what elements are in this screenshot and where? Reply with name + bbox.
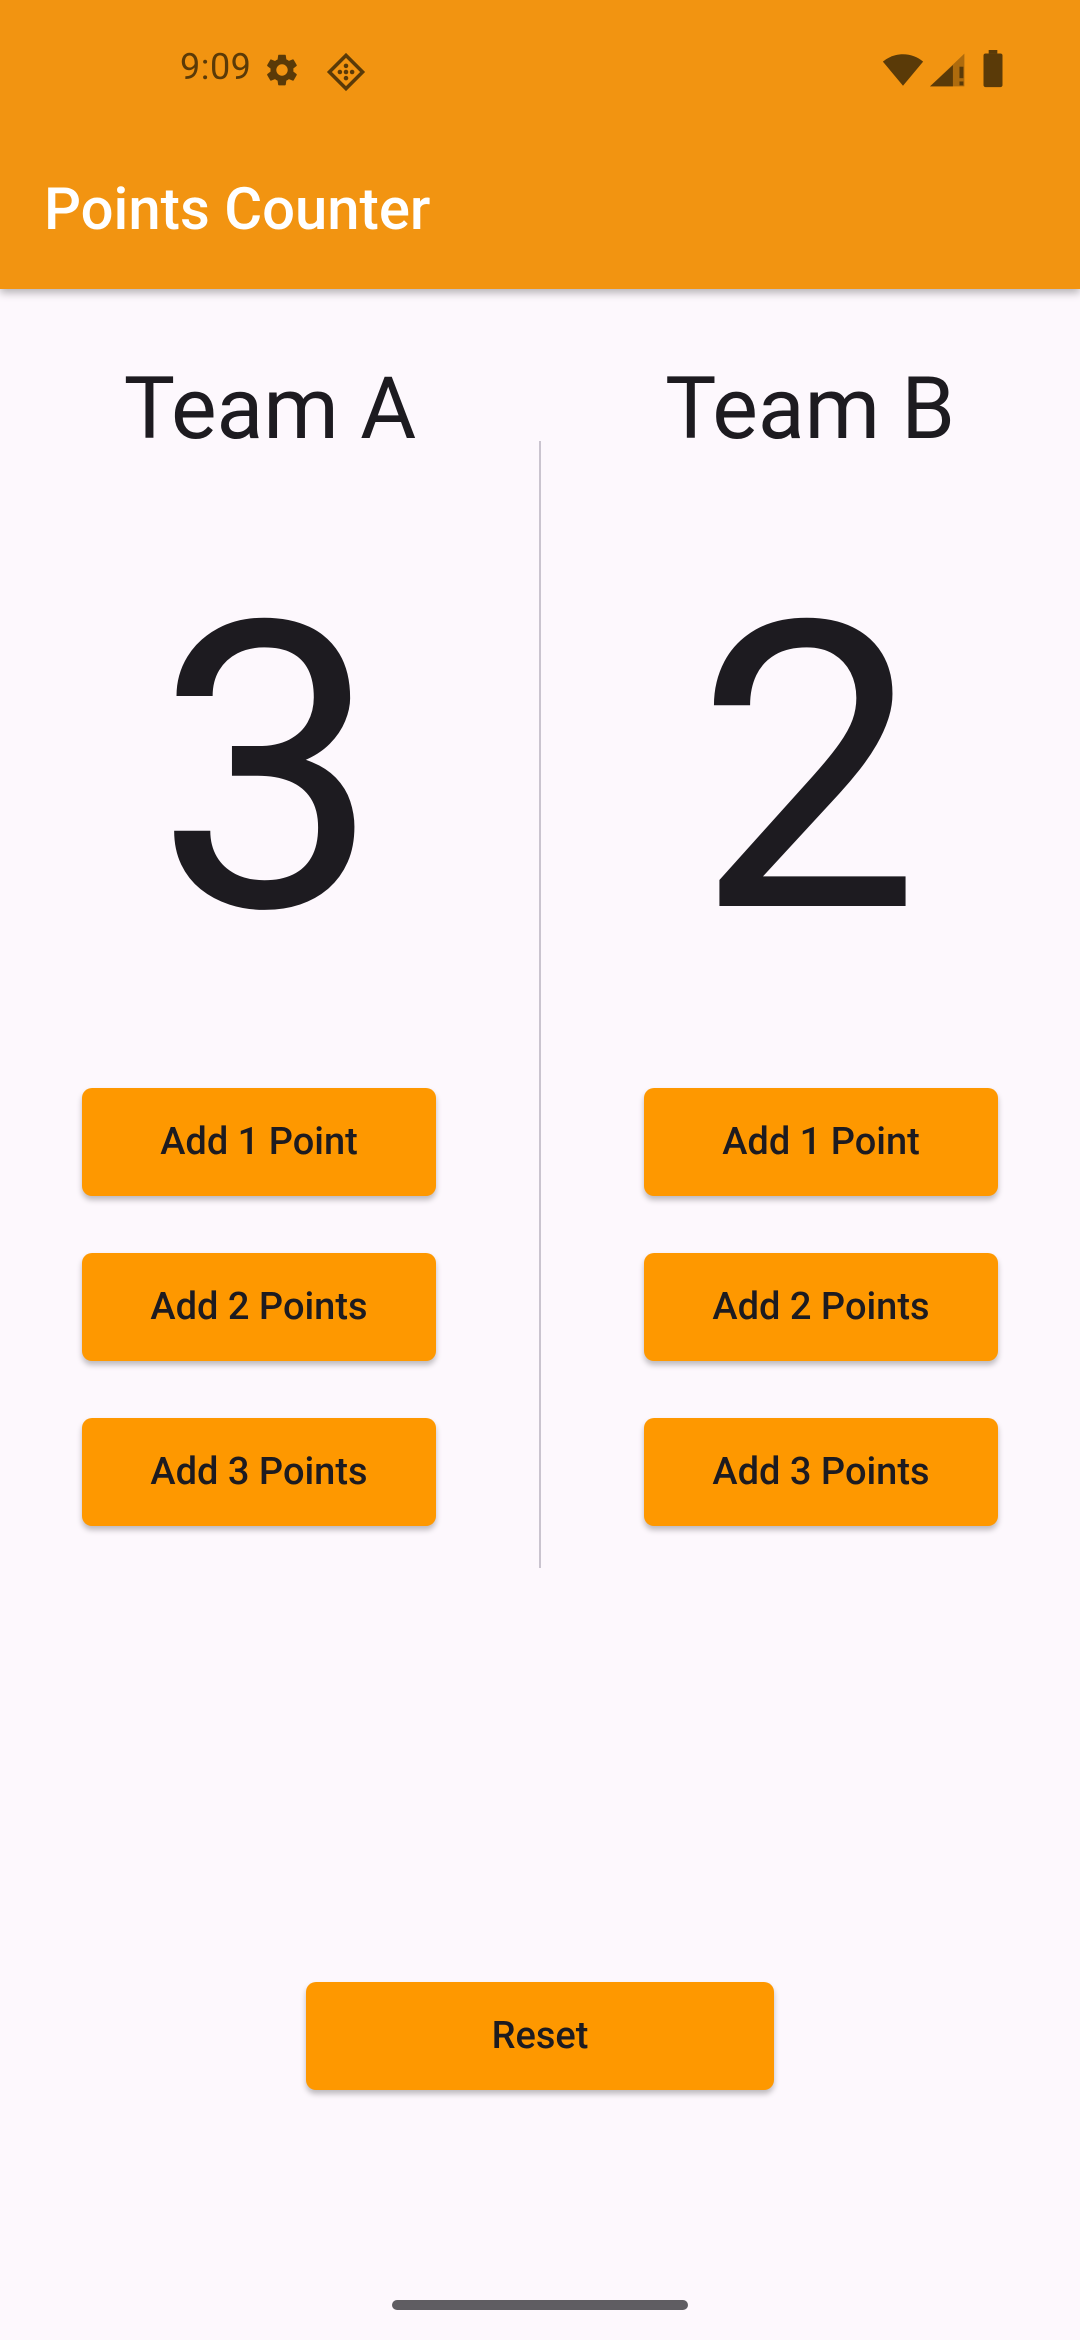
home-indicator[interactable] [392,2300,688,2310]
app-bar: 9:09 Points Counter [0,0,1080,289]
team-b-add-1-button[interactable]: Add 1 Point [644,1088,998,1196]
team-b-add-2-button[interactable]: Add 2 Points [644,1253,998,1361]
team-b-score: 2 [695,535,921,1004]
team-a-add-3-button[interactable]: Add 3 Points [82,1418,436,1526]
team-a-score: 3 [155,535,381,1004]
team-a-title: Team A [123,358,417,459]
team-b-title: Team B [665,358,955,459]
status-time: 9:09 [180,46,252,88]
gear-icon [263,51,301,93]
diamond-app-icon [325,51,367,97]
reset-button[interactable]: Reset [306,1982,774,2090]
app-title: Points Counter [44,176,431,244]
team-a-add-1-button[interactable]: Add 1 Point [82,1088,436,1196]
team-b-add-3-button[interactable]: Add 3 Points [644,1418,998,1526]
wifi-icon [882,52,924,92]
team-a-add-2-button[interactable]: Add 2 Points [82,1253,436,1361]
signal-icon [928,52,968,92]
battery-icon [982,50,1004,92]
